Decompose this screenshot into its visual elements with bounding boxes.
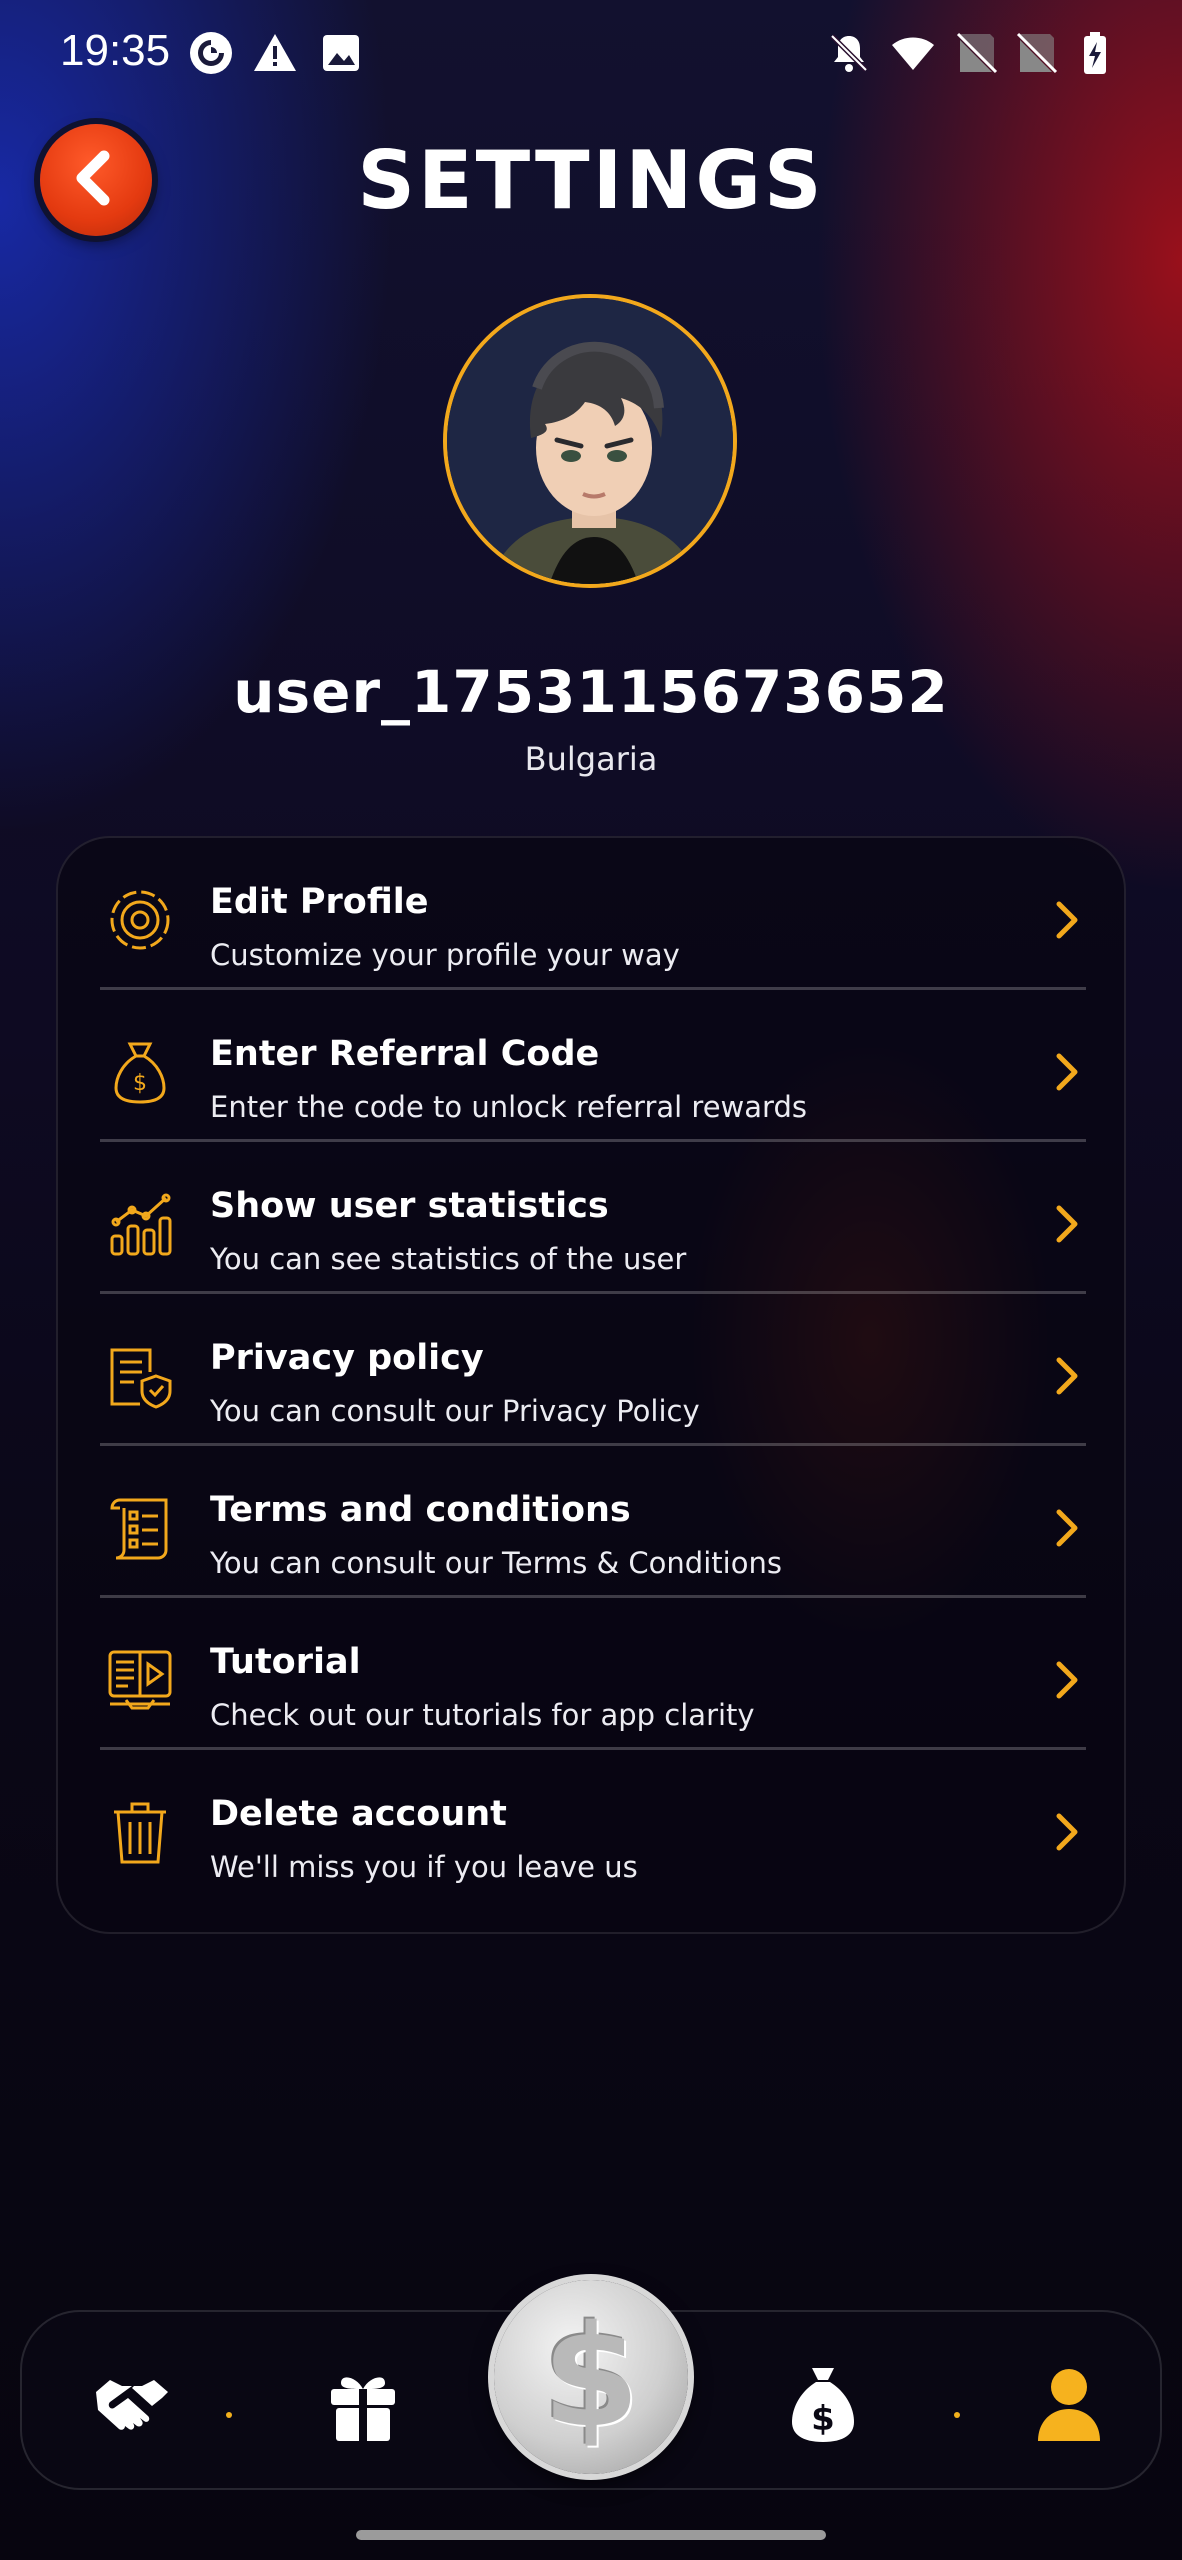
- no-sim-icon: [954, 30, 1000, 76]
- menu-item-subtitle: Customize your profile your way: [210, 938, 680, 972]
- menu-item-subtitle: We'll miss you if you leave us: [210, 1850, 638, 1884]
- menu-item-title: Enter Referral Code: [210, 1034, 600, 1074]
- chevron-right-icon: [1052, 1050, 1082, 1094]
- statistics-chart-icon: [106, 1190, 174, 1258]
- chevron-right-icon: [1052, 1506, 1082, 1550]
- status-time: 19:35: [60, 26, 171, 75]
- menu-item-subtitle: Check out our tutorials for app clarity: [210, 1698, 755, 1732]
- menu-item-title: Tutorial: [210, 1642, 361, 1682]
- menu-item-subtitle: You can consult our Privacy Policy: [210, 1394, 700, 1428]
- menu-item-subtitle: You can consult our Terms & Conditions: [210, 1546, 782, 1580]
- chevron-right-icon: [1052, 1202, 1082, 1246]
- menu-item-title: Show user statistics: [210, 1186, 609, 1226]
- tutorial-video-icon: [106, 1646, 174, 1714]
- chevron-right-icon: [1052, 1658, 1082, 1702]
- warning-icon: [252, 30, 298, 76]
- menu-item-edit-profile[interactable]: Edit Profile Customize your profile your…: [100, 838, 1086, 990]
- wifi-icon: [890, 30, 936, 76]
- image-icon: [318, 30, 364, 76]
- menu-item-title: Terms and conditions: [210, 1490, 631, 1530]
- chevron-right-icon: [1052, 898, 1082, 942]
- notifications-off-icon: [826, 30, 872, 76]
- no-sim-icon: [1014, 30, 1060, 76]
- page-title: SETTINGS: [357, 134, 825, 227]
- menu-item-terms-conditions[interactable]: Terms and conditions You can consult our…: [100, 1446, 1086, 1598]
- menu-item-title: Edit Profile: [210, 882, 429, 922]
- document-shield-icon: [106, 1342, 174, 1410]
- menu-item-privacy-policy[interactable]: Privacy policy You can consult our Priva…: [100, 1294, 1086, 1446]
- chevron-right-icon: [1052, 1354, 1082, 1398]
- money-bag-icon: $: [106, 1038, 174, 1106]
- svg-text:$: $: [811, 2399, 835, 2439]
- menu-item-user-statistics[interactable]: Show user statistics You can see statist…: [100, 1142, 1086, 1294]
- money-bag-icon: $: [788, 2366, 858, 2448]
- trash-icon: [106, 1798, 174, 1866]
- home-indicator[interactable]: [356, 2530, 826, 2540]
- menu-item-delete-account[interactable]: Delete account We'll miss you if you lea…: [100, 1750, 1086, 1902]
- menu-item-title: Privacy policy: [210, 1338, 484, 1378]
- gear-icon: [106, 886, 174, 954]
- nav-separator-dot: [954, 2412, 960, 2418]
- nav-money-bag-button[interactable]: $: [778, 2362, 868, 2452]
- nav-separator-dot: [226, 2412, 232, 2418]
- center-coin-button[interactable]: $: [494, 2280, 688, 2474]
- menu-item-subtitle: Enter the code to unlock referral reward…: [210, 1090, 807, 1124]
- svg-text:$: $: [133, 1071, 147, 1096]
- avatar: [443, 294, 737, 588]
- menu-item-subtitle: You can see statistics of the user: [210, 1242, 687, 1276]
- status-bar: 19:35: [0, 0, 1182, 110]
- pocket-casts-icon: [188, 30, 234, 76]
- dollar-coin-icon: $: [542, 2295, 640, 2459]
- handshake-icon: [92, 2370, 172, 2444]
- nav-handshake-button[interactable]: [87, 2362, 177, 2452]
- profile-icon: [1036, 2367, 1102, 2447]
- menu-item-tutorial[interactable]: Tutorial Check out our tutorials for app…: [100, 1598, 1086, 1750]
- settings-card: Edit Profile Customize your profile your…: [56, 836, 1126, 1934]
- chevron-right-icon: [1052, 1810, 1082, 1854]
- nav-gift-button[interactable]: [318, 2362, 408, 2452]
- scroll-checklist-icon: [106, 1494, 174, 1562]
- nav-profile-button[interactable]: [1024, 2362, 1114, 2452]
- battery-charging-icon: [1072, 30, 1118, 76]
- username: user_1753115673652: [233, 658, 949, 726]
- menu-item-title: Delete account: [210, 1794, 507, 1834]
- country-label: Bulgaria: [524, 740, 658, 778]
- gift-icon: [327, 2367, 399, 2447]
- menu-item-referral-code[interactable]: $ Enter Referral Code Enter the code to …: [100, 990, 1086, 1142]
